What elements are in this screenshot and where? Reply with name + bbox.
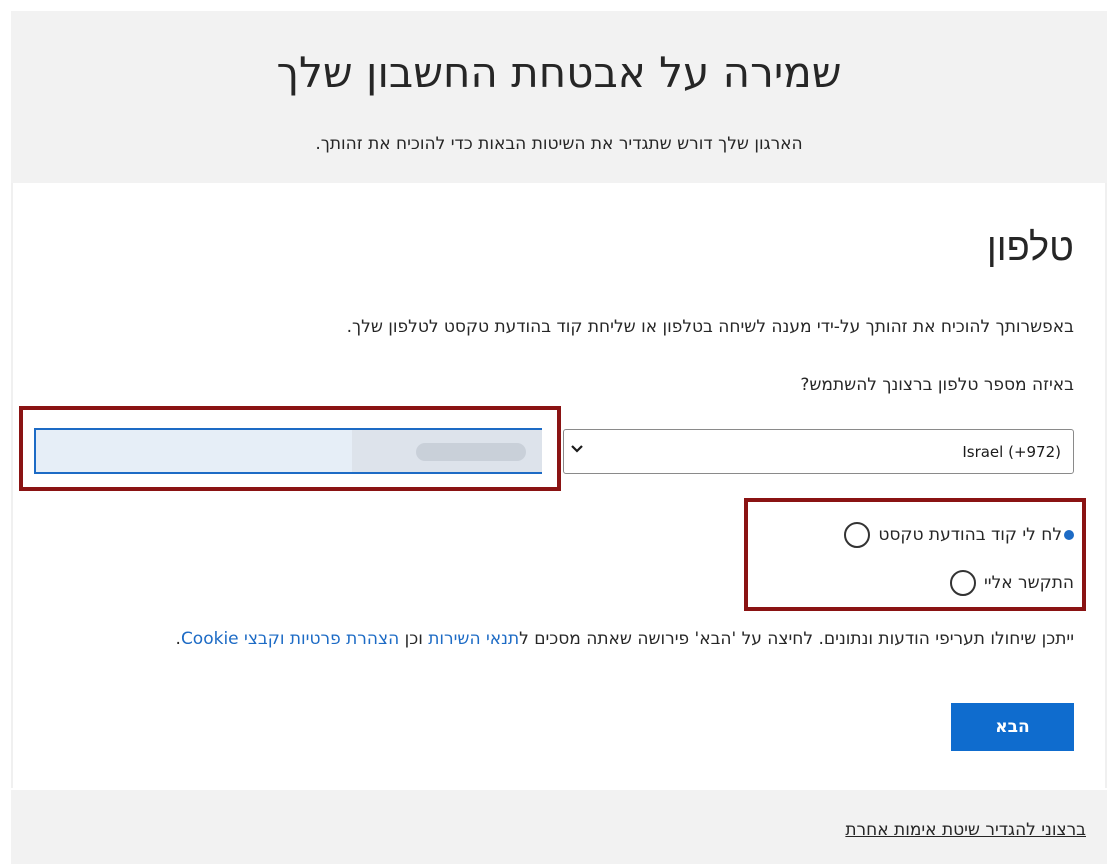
options-highlight-box — [744, 498, 1086, 611]
page-title: שמירה על אבטחת החשבון שלך — [276, 48, 842, 97]
method-description: באפשרותך להוכיח את זהותך על-ידי מענה לשי… — [346, 317, 1074, 337]
header-band — [11, 11, 1107, 183]
privacy-statement-link[interactable]: הצהרת פרטיות וקבצי Cookie — [181, 629, 399, 649]
chevron-down-icon — [570, 441, 584, 459]
terms-of-service-link[interactable]: תנאי השירות — [428, 629, 519, 649]
alternate-method-link[interactable]: ברצוני להגדיר שיטת אימות אחרת — [845, 820, 1086, 840]
terms-middle: וכן — [399, 629, 429, 649]
country-code-select[interactable]: Israel (+972) — [563, 429, 1074, 474]
country-code-value: Israel (+972) — [962, 443, 1061, 461]
phone-highlight-box — [19, 406, 561, 491]
terms-notice: ייתכן שיחולו תעריפי הודעות ונתונים. לחיצ… — [74, 624, 1074, 654]
page-subtitle: הארגון שלך דורש שתגדיר את השיטות הבאות כ… — [315, 134, 803, 154]
next-button[interactable]: הבא — [951, 703, 1074, 751]
method-title: טלפון — [986, 225, 1074, 269]
phone-question: באיזה מספר טלפון ברצונך להשתמש? — [800, 375, 1074, 395]
terms-prefix: ייתכן שיחולו תעריפי הודעות ונתונים. לחיצ… — [519, 629, 1074, 649]
